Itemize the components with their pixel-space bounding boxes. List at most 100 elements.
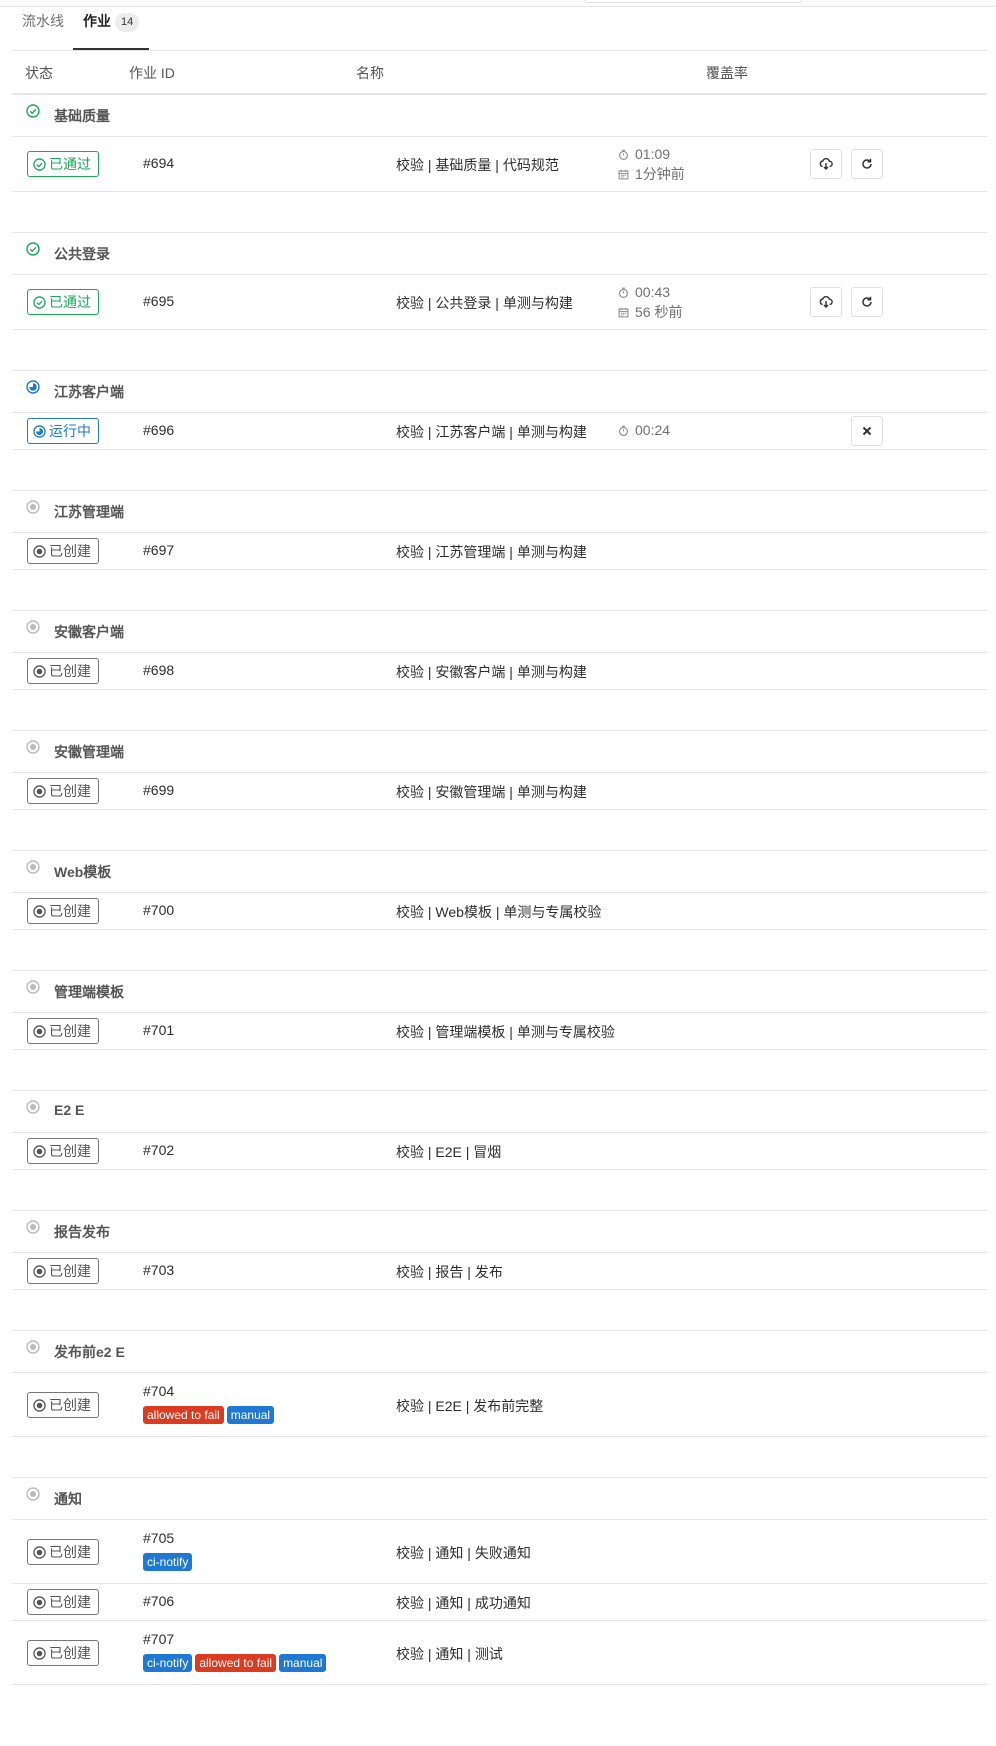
stage-name: 发布前e2 E — [54, 1344, 125, 1360]
stage-header: 发布前e2 E — [12, 1331, 987, 1373]
stage-status-created-icon — [26, 980, 40, 994]
job-tags: allowed to fail manual — [143, 1405, 277, 1424]
stage-status-passed-icon — [26, 242, 40, 256]
job-status-badge[interactable]: 已创建 — [27, 1018, 99, 1044]
stage-name: 管理端模板 — [54, 984, 124, 1000]
stage-group: 江苏客户端 运行中 #696 校验 | 江苏客户端 | 单测与构建 00:24 — [12, 370, 987, 450]
stage-group: 江苏管理端 已创建 #697 校验 | 江苏管理端 | 单测与构建 — [12, 490, 987, 570]
job-name-link[interactable]: 校验 | 管理端模板 | 单测与专属校验 — [396, 1022, 615, 1042]
tab-pipelines[interactable]: 流水线 — [12, 6, 74, 50]
stage-group: 管理端模板已创建 #701 校验 | 管理端模板 | 单测与专属校验 — [12, 970, 987, 1050]
job-status-badge[interactable]: 已创建 — [27, 1138, 99, 1164]
job-id-link[interactable]: #701 — [143, 1022, 174, 1038]
status-label: 已创建 — [49, 1023, 91, 1039]
job-row: 已创建 #697 校验 | 江苏管理端 | 单测与构建 — [12, 533, 987, 570]
status-created-icon — [33, 781, 46, 798]
stage-group: 通知 已创建 #705 ci-notify 校验 | 通知 | 失败通知 已创建 #706 校… — [12, 1477, 987, 1685]
tab-jobs[interactable]: 作业 14 — [73, 6, 150, 50]
stage-status-created-icon — [26, 1220, 40, 1234]
timer-icon — [618, 284, 635, 300]
status-label: 已创建 — [49, 1143, 91, 1159]
job-id-link[interactable]: #694 — [143, 155, 174, 171]
job-id-link[interactable]: #698 — [143, 662, 174, 678]
status-created-icon — [33, 1542, 46, 1559]
job-status-badge[interactable]: 已通过 — [27, 289, 99, 315]
download-artifacts-button[interactable] — [810, 287, 842, 317]
job-row: 已创建 #705 ci-notify 校验 | 通知 | 失败通知 — [12, 1520, 987, 1584]
finished-value: 56 秒前 — [635, 304, 683, 320]
job-id-link[interactable]: #700 — [143, 902, 174, 918]
job-id-link[interactable]: #697 — [143, 542, 174, 558]
job-name-link[interactable]: 校验 | 通知 | 测试 — [396, 1644, 503, 1664]
stage-status-created-icon — [26, 1487, 40, 1501]
stage-name: 报告发布 — [54, 1224, 110, 1240]
job-id-link[interactable]: #704 — [143, 1383, 174, 1399]
job-name-link[interactable]: 校验 | 公共登录 | 单测与构建 — [396, 293, 573, 313]
job-id-link[interactable]: #703 — [143, 1262, 174, 1278]
job-name-link[interactable]: 校验 | 报告 | 发布 — [396, 1262, 503, 1282]
job-id-link[interactable]: #699 — [143, 782, 174, 798]
job-status-badge[interactable]: 已创建 — [27, 1258, 99, 1284]
job-id-link[interactable]: #702 — [143, 1142, 174, 1158]
job-status-badge[interactable]: 已创建 — [27, 658, 99, 684]
job-name-link[interactable]: 校验 | 通知 | 失败通知 — [396, 1543, 531, 1563]
duration-value: 01:09 — [635, 146, 671, 162]
job-id-link[interactable]: #706 — [143, 1593, 174, 1609]
status-created-icon — [33, 1592, 46, 1609]
calendar-icon — [618, 304, 635, 320]
stage-name: 安徽客户端 — [54, 624, 124, 640]
job-row: 已通过 #695 校验 | 公共登录 | 单测与构建 00:43 56 秒前 — [12, 275, 987, 330]
job-name-link[interactable]: 校验 | 江苏管理端 | 单测与构建 — [396, 542, 587, 562]
job-name-link[interactable]: 校验 | E2E | 冒烟 — [396, 1142, 501, 1162]
job-name-link[interactable]: 校验 | 通知 | 成功通知 — [396, 1593, 531, 1613]
job-status-badge[interactable]: 已创建 — [27, 1391, 99, 1418]
job-finished-time: 1分钟前 — [618, 164, 685, 184]
job-row: 已创建 #700 校验 | Web模板 | 单测与专属校验 — [12, 893, 987, 930]
stage-header: 管理端模板 — [12, 971, 987, 1013]
column-header-coverage: 覆盖率 — [706, 65, 748, 81]
job-name-link[interactable]: 校验 | 安徽客户端 | 单测与构建 — [396, 662, 587, 682]
job-tag: allowed to fail — [143, 1405, 224, 1424]
job-name-link[interactable]: 校验 | Web模板 | 单测与专属校验 — [396, 902, 601, 922]
status-created-icon — [33, 1021, 46, 1038]
stage-status-created-icon — [26, 500, 40, 514]
stage-group: E2 E 已创建 #702 校验 | E2E | 冒烟 — [12, 1090, 987, 1170]
job-id-link[interactable]: #696 — [143, 422, 174, 438]
job-status-badge[interactable]: 运行中 — [27, 418, 99, 444]
status-label: 已创建 — [49, 1594, 91, 1610]
job-status-badge[interactable]: 已创建 — [27, 778, 99, 804]
search-box-fragment[interactable] — [584, 0, 802, 3]
job-name-link[interactable]: 校验 | 安徽管理端 | 单测与构建 — [396, 782, 587, 802]
job-status-badge[interactable]: 已创建 — [27, 1538, 99, 1565]
status-label: 已创建 — [49, 663, 91, 679]
job-name-link[interactable]: 校验 | 基础质量 | 代码规范 — [396, 155, 559, 175]
column-header-status: 状态 — [25, 65, 53, 81]
job-name-link[interactable]: 校验 | E2E | 发布前完整 — [396, 1396, 543, 1416]
job-status-badge[interactable]: 已通过 — [27, 151, 99, 177]
stage-name: E2 E — [54, 1102, 85, 1118]
column-header-name: 名称 — [356, 65, 384, 81]
job-status-badge[interactable]: 已创建 — [27, 1589, 99, 1615]
job-name-link[interactable]: 校验 | 江苏客户端 | 单测与构建 — [396, 422, 587, 442]
job-tag: allowed to fail — [195, 1653, 277, 1672]
retry-button[interactable] — [851, 149, 883, 179]
download-artifacts-button[interactable] — [810, 149, 842, 179]
job-id-link[interactable]: #705 — [143, 1530, 174, 1546]
job-status-badge[interactable]: 已创建 — [27, 898, 99, 924]
status-label: 已通过 — [49, 156, 91, 172]
job-status-badge[interactable]: 已创建 — [27, 1639, 99, 1666]
tab-label: 作业 — [83, 13, 111, 29]
retry-button[interactable] — [851, 287, 883, 317]
job-tag: manual — [226, 1405, 275, 1424]
job-id-link[interactable]: #707 — [143, 1631, 174, 1647]
status-label: 运行中 — [49, 423, 91, 439]
status-created-icon — [33, 901, 46, 918]
tab-bar: 流水线 作业 14 — [12, 6, 987, 51]
job-id-link[interactable]: #695 — [143, 293, 174, 309]
job-row: 已创建 #707 ci-notify allowed to fail manual 校验 … — [12, 1621, 987, 1685]
timer-icon — [618, 146, 635, 162]
status-label: 已创建 — [49, 1396, 91, 1413]
cancel-button[interactable] — [851, 416, 883, 446]
job-finished-time: 56 秒前 — [618, 302, 682, 322]
job-status-badge[interactable]: 已创建 — [27, 538, 99, 564]
